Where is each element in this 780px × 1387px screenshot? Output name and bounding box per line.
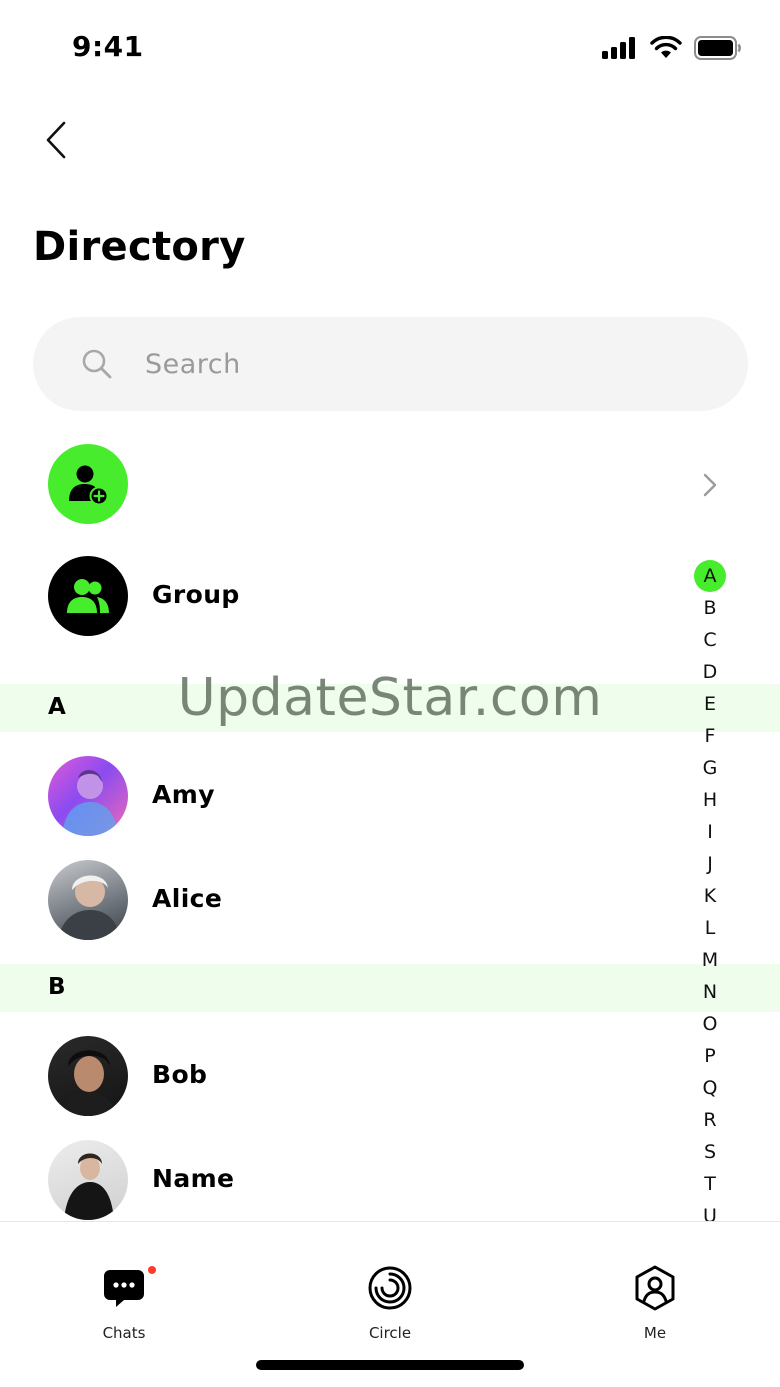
back-button[interactable] [36, 118, 76, 162]
index-letter[interactable]: K [694, 880, 726, 912]
index-letter[interactable]: R [694, 1104, 726, 1136]
tab-icon-wrap [64, 1262, 184, 1314]
tab-label: Chats [102, 1324, 146, 1342]
index-letter[interactable]: Q [694, 1072, 726, 1104]
status-time: 9:41 [72, 30, 144, 63]
index-letter[interactable]: L [694, 912, 726, 944]
avatar [48, 1140, 128, 1220]
person-photo-icon [62, 1050, 116, 1116]
contact-name: Alice [152, 884, 223, 913]
chat-bubble-icon [104, 1270, 144, 1307]
contact-name: Name [152, 1164, 235, 1193]
profile-hexagon-icon [635, 1265, 675, 1311]
person-photo-icon [62, 770, 118, 836]
group-icon [67, 579, 109, 613]
alphabet-index[interactable]: A B C D E F G H I J K L M N O P Q R S T … [694, 560, 728, 1222]
tab-chats[interactable]: Chats [64, 1262, 184, 1342]
avatar [48, 860, 128, 940]
person-photo-icon [64, 1153, 114, 1220]
page-title: Directory [33, 224, 246, 270]
wifi-icon [650, 36, 682, 58]
search-input[interactable] [145, 348, 645, 380]
chevron-left-icon [46, 121, 66, 159]
section-letter: B [48, 974, 66, 1000]
tab-circle[interactable]: Circle [330, 1262, 450, 1342]
index-letter[interactable]: U [694, 1200, 726, 1222]
group-label: Group [152, 580, 240, 609]
battery-icon [694, 36, 741, 60]
contact-row-amy[interactable]: Amy [0, 744, 780, 848]
index-letter[interactable]: O [694, 1008, 726, 1040]
tab-label: Me [643, 1324, 667, 1342]
index-letter[interactable]: D [694, 656, 726, 688]
tab-label: Circle [368, 1324, 412, 1342]
contact-row-alice[interactable]: Alice [0, 848, 780, 952]
index-letter[interactable]: E [694, 688, 726, 720]
contact-name: Bob [152, 1060, 208, 1089]
tab-icon-wrap [595, 1262, 715, 1314]
index-letter[interactable]: C [694, 624, 726, 656]
contact-row-name[interactable]: Name [0, 1128, 780, 1232]
search-bar[interactable] [33, 317, 748, 411]
tab-me[interactable]: Me [595, 1262, 715, 1342]
index-letter[interactable]: H [694, 784, 726, 816]
tab-bar: Chats Circle Me [0, 1221, 780, 1387]
status-bar: 9:41 [0, 0, 780, 100]
circle-ring-icon [368, 1266, 412, 1310]
cellular-signal-icon [602, 37, 635, 59]
person-photo-icon [58, 875, 120, 940]
index-letter[interactable]: T [694, 1168, 726, 1200]
index-letter[interactable]: P [694, 1040, 726, 1072]
index-letter[interactable]: I [694, 816, 726, 848]
index-letter[interactable]: M [694, 944, 726, 976]
index-letter[interactable]: A [694, 560, 726, 592]
avatar [48, 756, 128, 836]
index-letter[interactable]: N [694, 976, 726, 1008]
avatar [48, 1036, 128, 1116]
add-contact-row[interactable] [0, 432, 780, 536]
index-letter[interactable]: G [694, 752, 726, 784]
add-person-icon [69, 465, 109, 506]
contact-name: Amy [152, 780, 215, 809]
contact-row-bob[interactable]: Bob [0, 1024, 780, 1128]
group-row[interactable]: Group [0, 544, 780, 648]
index-letter[interactable]: J [694, 848, 726, 880]
tab-icon-wrap [330, 1262, 450, 1314]
index-letter[interactable]: B [694, 592, 726, 624]
section-letter: A [48, 694, 66, 720]
add-contact-avatar [48, 444, 128, 524]
group-avatar [48, 556, 128, 636]
index-letter[interactable]: F [694, 720, 726, 752]
status-icons [602, 36, 742, 60]
notification-dot [148, 1266, 156, 1274]
home-indicator [256, 1360, 524, 1370]
section-header-b: B [0, 964, 780, 1012]
section-header-a: A [0, 684, 780, 732]
index-letter[interactable]: S [694, 1136, 726, 1168]
chevron-right-icon [703, 473, 717, 497]
search-icon [82, 349, 112, 379]
